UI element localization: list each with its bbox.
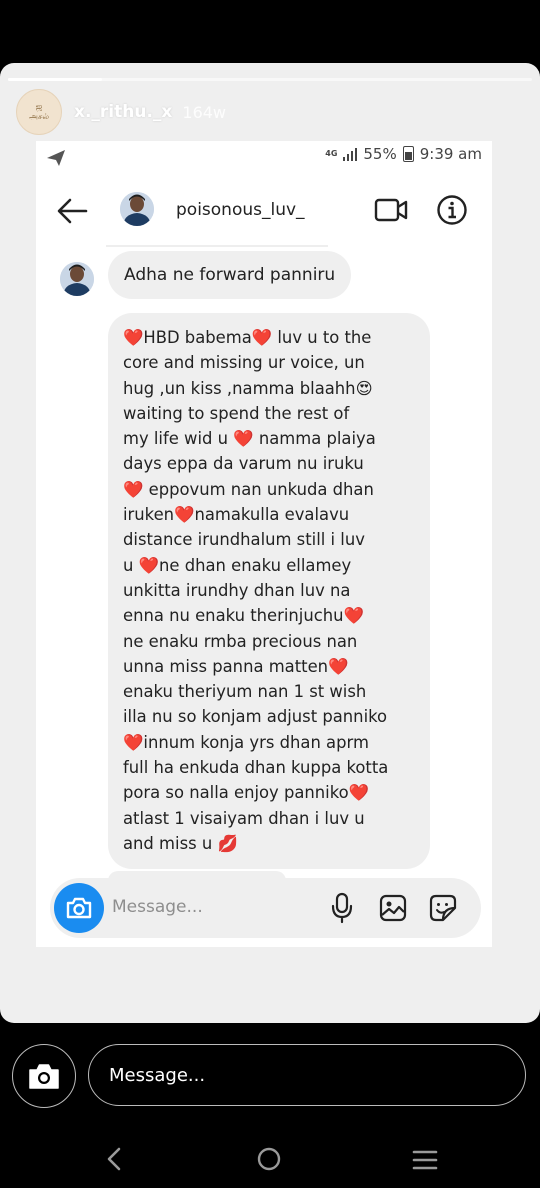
shared-screenshot: 4G 55% 9:39 am poisonous_luv_ Adha ne fo… <box>36 141 492 947</box>
message-line: enna nu enaku therinjuchu❤️ <box>123 606 364 626</box>
sticker-icon[interactable] <box>428 893 458 923</box>
back-arrow-icon[interactable] <box>56 197 88 225</box>
message-line: iruken❤️namakulla evalavu <box>123 505 350 525</box>
message-line: core and missing ur voice, un <box>123 353 365 373</box>
message-line: ❤️ eppovum nan unkuda dhan <box>123 479 374 499</box>
battery-percent: 55% <box>363 145 397 163</box>
camera-icon <box>66 897 92 919</box>
message-line: full ha enkuda dhan kuppa kotta <box>123 758 389 778</box>
story-reply-bar: Message... <box>12 1044 530 1108</box>
status-bar: 4G 55% 9:39 am <box>325 145 482 163</box>
contact-name[interactable]: poisonous_luv_ <box>176 200 305 220</box>
send-icon <box>47 150 65 166</box>
camera-button[interactable] <box>54 883 104 933</box>
message-line: enaku theriyum nan 1 st wish <box>123 682 367 702</box>
message-line: unna miss panna matten❤️ <box>123 656 349 676</box>
story-username[interactable]: x._rithu._x <box>74 102 172 122</box>
message-line: and miss u 💋 <box>123 833 238 853</box>
message-input[interactable]: Message... <box>112 897 203 917</box>
message-line: atlast 1 visaiyam dhan i luv u <box>123 808 365 828</box>
message-composer: Message... <box>50 878 481 938</box>
story-progress-fill <box>8 78 103 81</box>
chat-header: poisonous_luv_ <box>36 185 492 239</box>
nav-recent-apps-icon[interactable] <box>411 1149 439 1171</box>
gallery-icon[interactable] <box>378 893 408 923</box>
story-progress-bar <box>8 78 532 81</box>
battery-icon <box>402 146 414 162</box>
microphone-icon[interactable] <box>330 892 354 924</box>
status-time: 9:39 am <box>419 145 482 163</box>
camera-icon <box>29 1064 59 1089</box>
info-icon[interactable] <box>436 194 468 226</box>
header-divider <box>106 245 328 247</box>
nav-back-icon[interactable] <box>104 1146 124 1172</box>
message-bubble[interactable]: Adha ne forward panniru <box>108 251 352 299</box>
story-card: ஜ அசல் x._rithu._x 164w 4G 55% 9:39 am p… <box>0 63 540 1023</box>
story-header: ஜ அசல் x._rithu._x 164w <box>16 89 226 135</box>
story-avatar[interactable]: ஜ அசல் <box>16 89 62 135</box>
message-bubble-long[interactable]: ❤️HBD babema❤️ luv u to the core and miss… <box>108 313 430 869</box>
message-line: ne enaku rmba precious nan <box>123 631 358 651</box>
message-avatar <box>60 262 94 296</box>
network-type: 4G <box>325 149 338 158</box>
system-nav-bar <box>0 1130 540 1188</box>
contact-avatar[interactable] <box>120 192 154 226</box>
message-line: waiting to spend the rest of <box>123 403 350 423</box>
message-line: illa nu so konjam adjust panniko <box>123 707 388 727</box>
message-line: my life wid u ❤️ namma plaiya <box>123 429 376 449</box>
message-line: ❤️HBD babema❤️ luv u to the <box>123 328 372 347</box>
video-call-icon[interactable] <box>374 196 408 224</box>
message-line: days eppa da varum nu iruku <box>123 454 364 474</box>
nav-home-icon[interactable] <box>257 1147 281 1171</box>
message-line: pora so nalla enjoy panniko❤️ <box>123 783 370 803</box>
message-line: ❤️innum konja yrs dhan aprm <box>123 732 369 752</box>
message-line: u ❤️ne dhan enaku ellamey <box>123 555 352 575</box>
signal-icon <box>343 147 358 161</box>
story-time: 164w <box>182 102 227 122</box>
message-line: distance irundhalum still i luv <box>123 530 365 550</box>
reply-camera-button[interactable] <box>12 1044 76 1108</box>
reply-message-input[interactable]: Message... <box>88 1044 526 1106</box>
message-line: unkitta irundhy dhan luv na <box>123 580 351 600</box>
message-line: hug ,un kiss ,namma blaahh😍 <box>123 378 373 398</box>
